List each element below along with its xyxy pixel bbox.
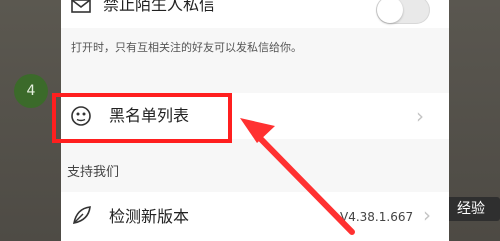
annotation-arrow bbox=[240, 118, 355, 235]
